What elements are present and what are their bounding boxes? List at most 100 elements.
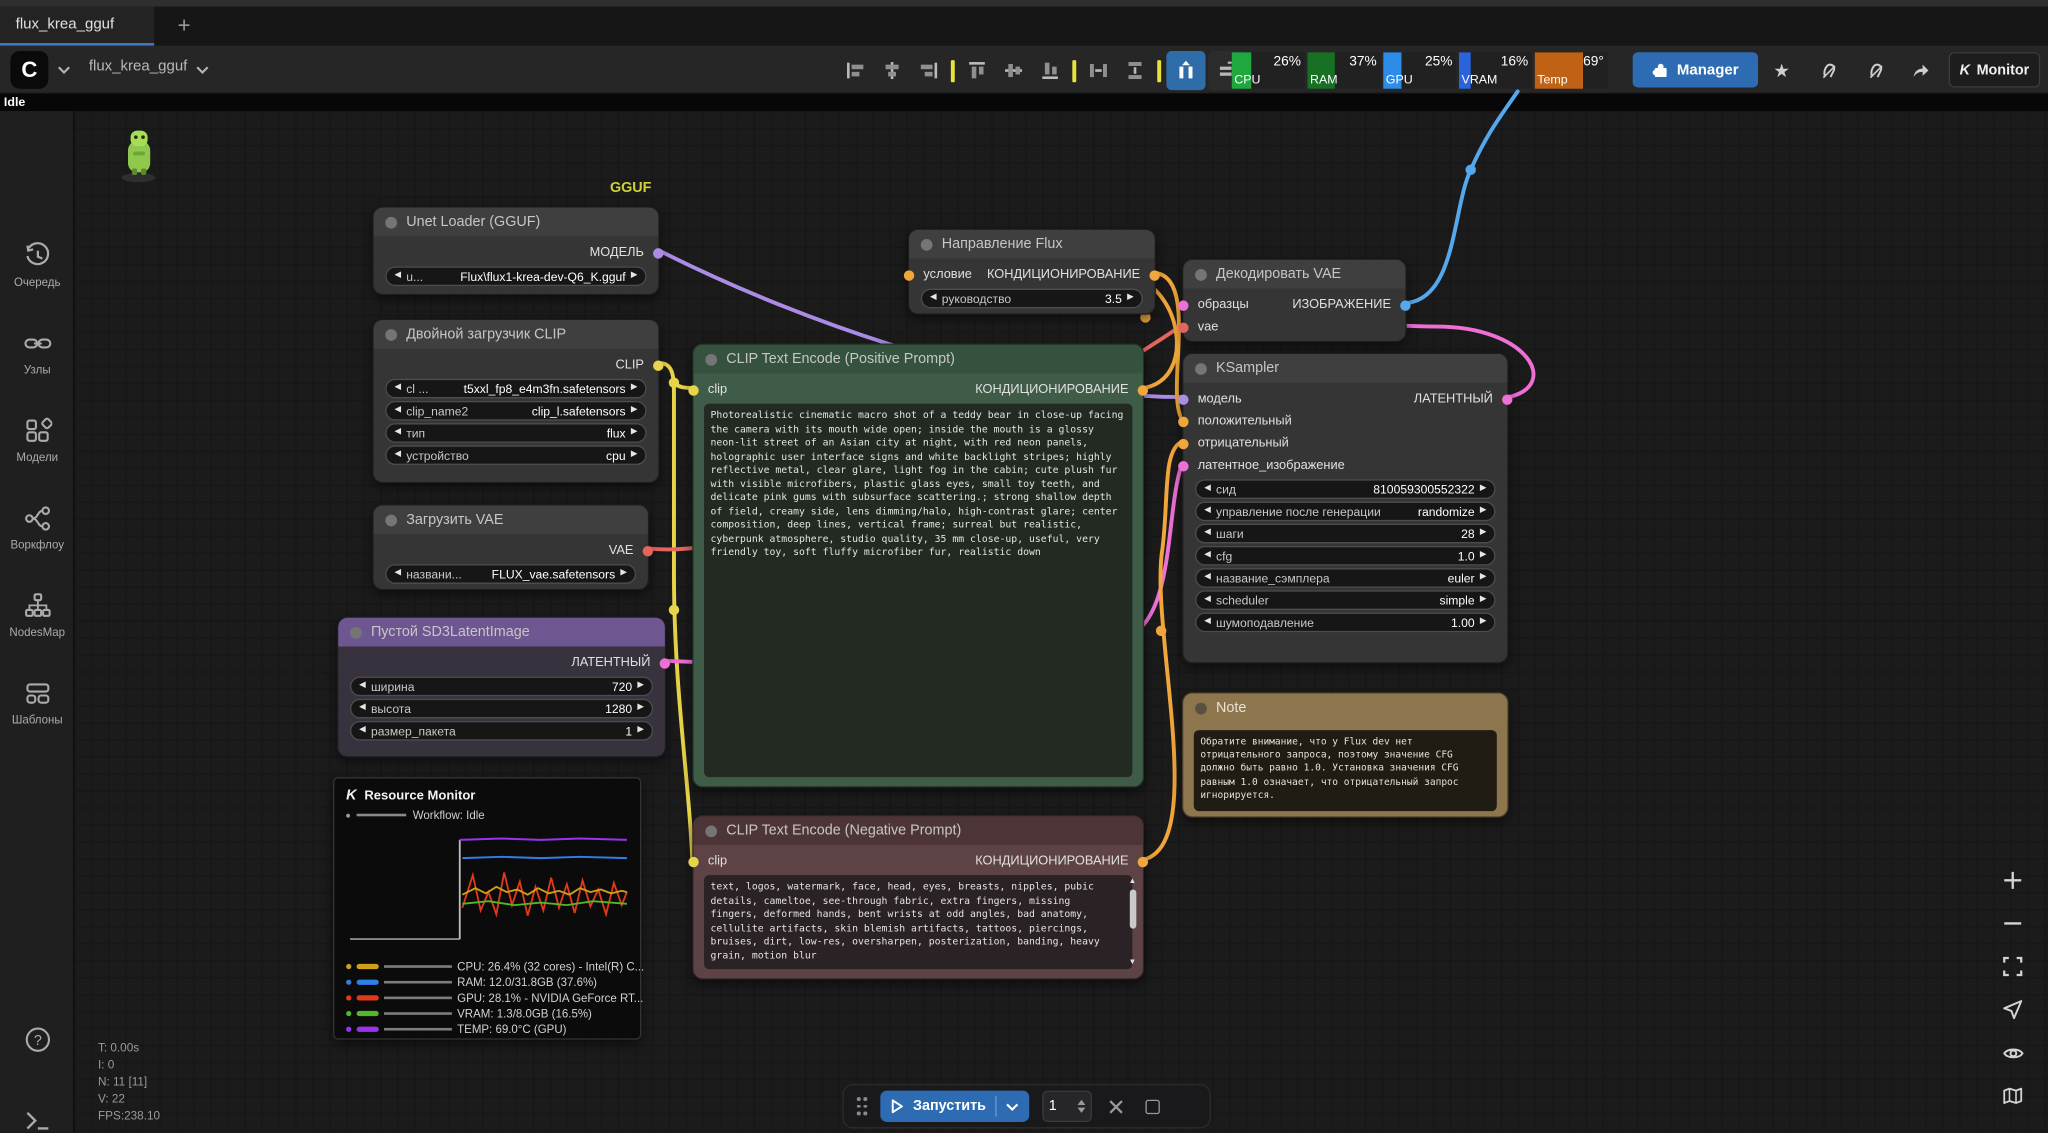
new-tab-button[interactable]: +: [167, 10, 201, 41]
group-title[interactable]: GGUF: [610, 180, 652, 196]
node-header[interactable]: CLIP Text Encode (Negative Prompt): [694, 816, 1143, 845]
output-slot-conditioning[interactable]: [1138, 856, 1148, 866]
prev-icon[interactable]: ◀: [359, 682, 366, 690]
manager-button[interactable]: Manager: [1633, 52, 1758, 87]
vram-monitor[interactable]: 16%VRAM: [1459, 52, 1532, 89]
chevron-down-icon[interactable]: [57, 65, 70, 74]
distribute-horizontal-button[interactable]: [1081, 54, 1115, 88]
node-header[interactable]: CLIP Text Encode (Positive Prompt): [694, 345, 1143, 374]
prev-icon[interactable]: ◀: [1204, 574, 1211, 582]
input-slot-negative[interactable]: [1178, 438, 1188, 448]
next-icon[interactable]: ▶: [637, 682, 644, 690]
widget-vae-name[interactable]: ◀названи...FLUX_vae.safetensors▶: [385, 564, 636, 584]
next-icon[interactable]: ▶: [1480, 485, 1487, 493]
node-vae-decode[interactable]: Декодировать VAE образцы ИЗОБРАЖЕНИЕ vae: [1182, 259, 1407, 343]
workflow-chevron-down-icon[interactable]: [196, 65, 209, 74]
widget-clip-name1[interactable]: ◀cl ...t5xxl_fp8_e4m3fn.safetensors▶: [385, 379, 646, 399]
next-icon[interactable]: ▶: [1480, 552, 1487, 560]
prev-icon[interactable]: ◀: [394, 384, 401, 392]
next-icon[interactable]: ▶: [637, 704, 644, 712]
sidebar-item-templates[interactable]: Шаблоны: [0, 679, 74, 752]
prev-icon[interactable]: ◀: [394, 407, 401, 415]
next-icon[interactable]: ▶: [620, 570, 627, 578]
widget-type[interactable]: ◀типflux▶: [385, 423, 646, 443]
stop-button[interactable]: [1141, 1095, 1165, 1119]
node-clip-text-encode-positive[interactable]: CLIP Text Encode (Positive Prompt) clip …: [692, 344, 1144, 788]
collapse-dot[interactable]: [350, 626, 362, 638]
output-slot-conditioning[interactable]: [1149, 270, 1159, 280]
toggle-link-visibility-button[interactable]: [1993, 1036, 2032, 1070]
negative-prompt-textarea[interactable]: text, logos, watermark, face, head, eyes…: [704, 875, 1132, 969]
output-slot-vae[interactable]: [643, 545, 653, 555]
node-note[interactable]: Note Обратите внимание, что у Flux dev н…: [1182, 692, 1509, 817]
next-icon[interactable]: ▶: [631, 384, 638, 392]
stretch-nodes-button[interactable]: [1166, 51, 1205, 90]
node-resource-monitor[interactable]: KResource Monitor Workflow: Idle CPU: 26…: [333, 777, 641, 1040]
widget-width[interactable]: ◀ширина720▶: [350, 677, 653, 697]
workflow-name[interactable]: flux_krea_gguf: [89, 59, 188, 75]
prev-icon[interactable]: ◀: [1204, 596, 1211, 604]
prev-icon[interactable]: ◀: [1204, 618, 1211, 626]
node-header[interactable]: Note: [1183, 694, 1507, 723]
positive-prompt-textarea[interactable]: Photorealistic cinematic macro shot of a…: [704, 404, 1132, 778]
temp-monitor[interactable]: 69°Temp: [1535, 52, 1608, 89]
comfyui-logo[interactable]: C: [10, 51, 48, 89]
widget-device[interactable]: ◀устройствоcpu▶: [385, 445, 646, 465]
widget-clip-name2[interactable]: ◀clip_name2clip_l.safetensors▶: [385, 401, 646, 421]
align-top-button[interactable]: [960, 54, 994, 88]
run-options-chevron-icon[interactable]: [1006, 1102, 1019, 1111]
node-header[interactable]: Декодировать VAE: [1183, 260, 1405, 289]
widget-cfg[interactable]: ◀cfg1.0▶: [1195, 546, 1495, 566]
minimap-button[interactable]: [1993, 1079, 2032, 1113]
workflow-tab[interactable]: flux_krea_gguf: [0, 7, 154, 46]
next-icon[interactable]: ▶: [1480, 596, 1487, 604]
ram-monitor[interactable]: 37%RAM: [1307, 52, 1380, 89]
collapse-dot[interactable]: [705, 353, 717, 365]
collapse-dot[interactable]: [385, 514, 397, 526]
node-load-vae[interactable]: Загрузить VAE VAE ◀названи...FLUX_vae.sa…: [372, 504, 649, 590]
output-slot-image[interactable]: [1400, 300, 1410, 310]
scrollbar-thumb[interactable]: [1129, 889, 1136, 928]
sidebar-item-nodesmap[interactable]: NodesMap: [0, 592, 74, 665]
collapse-dot[interactable]: [385, 328, 397, 340]
node-header[interactable]: Пустой SD3LatentImage: [338, 618, 665, 647]
input-slot-positive[interactable]: [1178, 416, 1188, 426]
sidebar-item-models[interactable]: Модели: [0, 417, 74, 490]
scroll-up-icon[interactable]: ▲: [1129, 878, 1137, 886]
prev-icon[interactable]: ◀: [359, 727, 366, 735]
collapse-dot[interactable]: [921, 238, 933, 250]
next-icon[interactable]: ▶: [631, 451, 638, 459]
prev-icon[interactable]: ◀: [394, 429, 401, 437]
next-icon[interactable]: ▶: [1127, 294, 1134, 302]
prev-icon[interactable]: ◀: [1204, 507, 1211, 515]
widget-control-after-generate[interactable]: ◀управление после генерацииrandomize▶: [1195, 502, 1495, 522]
output-slot-latent[interactable]: [1502, 394, 1512, 404]
next-icon[interactable]: ▶: [631, 272, 638, 280]
collapse-dot[interactable]: [1195, 268, 1207, 280]
collapse-dot[interactable]: [1195, 702, 1207, 714]
input-slot-samples[interactable]: [1178, 300, 1188, 310]
align-right-button[interactable]: [912, 54, 946, 88]
node-empty-latent[interactable]: Пустой SD3LatentImage ЛАТЕНТНЫЙ ◀ширина7…: [337, 616, 666, 757]
node-header[interactable]: Unet Loader (GGUF): [374, 208, 659, 237]
scroll-down-icon[interactable]: ▼: [1129, 959, 1137, 967]
widget-unet-name[interactable]: ◀u...Flux\flux1-krea-dev-Q6_K.gguf▶: [385, 266, 646, 286]
widget-sampler-name[interactable]: ◀название_сэмплераeuler▶: [1195, 568, 1495, 588]
prev-icon[interactable]: ◀: [394, 272, 401, 280]
next-icon[interactable]: ▶: [1480, 529, 1487, 537]
input-slot-latent-image[interactable]: [1178, 460, 1188, 470]
note-textarea[interactable]: Обратите внимание, что у Flux dev нет от…: [1194, 730, 1497, 811]
drag-handle[interactable]: [857, 1097, 867, 1115]
cpu-monitor[interactable]: 26%CPU: [1232, 52, 1305, 89]
next-icon[interactable]: ▶: [631, 429, 638, 437]
run-button[interactable]: Запустить: [880, 1091, 1029, 1122]
prev-icon[interactable]: ◀: [1204, 552, 1211, 560]
terminal-button[interactable]: [0, 1106, 74, 1133]
input-slot-clip[interactable]: [688, 856, 698, 866]
zoom-in-button[interactable]: [1993, 863, 2032, 897]
node-header[interactable]: Направление Flux: [909, 230, 1155, 259]
collapse-dot[interactable]: [385, 216, 397, 228]
textarea-scrollbar[interactable]: ▲ ▼: [1126, 878, 1139, 967]
node-flux-guidance[interactable]: Направление Flux условие КОНДИЦИОНИРОВАН…: [908, 229, 1156, 315]
clear-queue-button[interactable]: [1105, 1095, 1129, 1119]
